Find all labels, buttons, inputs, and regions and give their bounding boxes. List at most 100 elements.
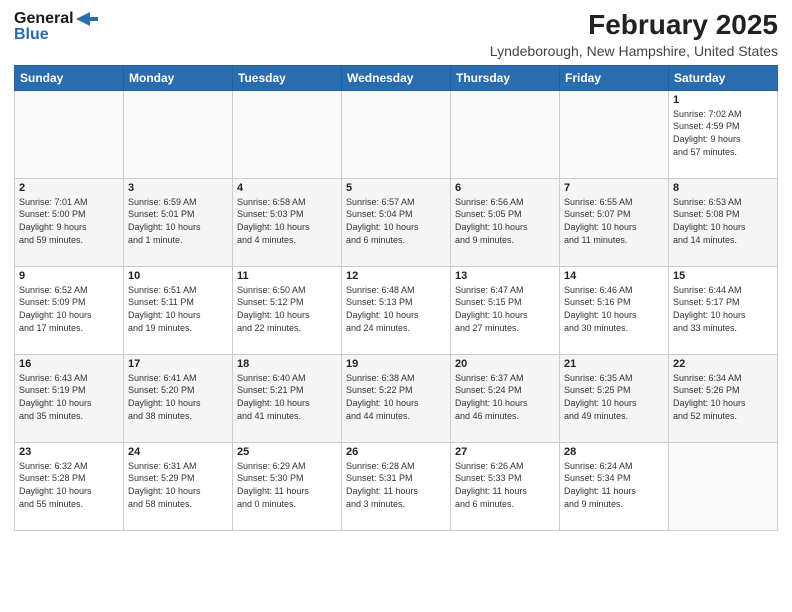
col-saturday: Saturday bbox=[669, 65, 778, 90]
day-number: 22 bbox=[673, 358, 773, 370]
calendar-cell-w4-d6 bbox=[669, 442, 778, 530]
col-tuesday: Tuesday bbox=[233, 65, 342, 90]
calendar-cell-w4-d5: 28 Sunrise: 6:24 AM Sunset: 5:34 PM Dayli… bbox=[560, 442, 669, 530]
day-info: Sunrise: 6:51 AM Sunset: 5:11 PM Dayligh… bbox=[128, 284, 228, 334]
day-number: 18 bbox=[237, 358, 337, 370]
day-info: Sunrise: 6:53 AM Sunset: 5:08 PM Dayligh… bbox=[673, 196, 773, 246]
month-title: February 2025 bbox=[490, 10, 778, 41]
calendar-header-row: Sunday Monday Tuesday Wednesday Thursday… bbox=[15, 65, 778, 90]
calendar-cell-w2-d4: 13Sunrise: 6:47 AM Sunset: 5:15 PM Dayli… bbox=[451, 266, 560, 354]
day-number: 24 bbox=[128, 446, 228, 458]
calendar-cell-w3-d2: 18 Sunrise: 6:40 AM Sunset: 5:21 PM Dayli… bbox=[233, 354, 342, 442]
day-number: 21 bbox=[564, 358, 664, 370]
logo-arrow-icon bbox=[76, 12, 98, 26]
week-row-4: 23Sunrise: 6:32 AM Sunset: 5:28 PM Dayli… bbox=[15, 442, 778, 530]
calendar-cell-w1-d6: 8Sunrise: 6:53 AM Sunset: 5:08 PM Daylig… bbox=[669, 178, 778, 266]
day-number: 19 bbox=[346, 358, 446, 370]
day-info: Sunrise: 6:28 AM Sunset: 5:31 PM Dayligh… bbox=[346, 460, 446, 510]
calendar-cell-w3-d4: 20 Sunrise: 6:37 AM Sunset: 5:24 PM Dayli… bbox=[451, 354, 560, 442]
day-number: 9 bbox=[19, 270, 119, 282]
day-info: Sunrise: 6:26 AM Sunset: 5:33 PM Dayligh… bbox=[455, 460, 555, 510]
day-number: 14 bbox=[564, 270, 664, 282]
calendar-cell-w3-d3: 19 Sunrise: 6:38 AM Sunset: 5:22 PM Dayli… bbox=[342, 354, 451, 442]
calendar-cell-w4-d3: 26 Sunrise: 6:28 AM Sunset: 5:31 PM Dayli… bbox=[342, 442, 451, 530]
day-info: Sunrise: 6:52 AM Sunset: 5:09 PM Dayligh… bbox=[19, 284, 119, 334]
calendar-cell-w2-d5: 14 Sunrise: 6:46 AM Sunset: 5:16 PM Dayli… bbox=[560, 266, 669, 354]
day-number: 25 bbox=[237, 446, 337, 458]
day-number: 13 bbox=[455, 270, 555, 282]
day-info: Sunrise: 6:48 AM Sunset: 5:13 PM Dayligh… bbox=[346, 284, 446, 334]
day-info: Sunrise: 6:46 AM Sunset: 5:16 PM Dayligh… bbox=[564, 284, 664, 334]
day-info: Sunrise: 7:01 AM Sunset: 5:00 PM Dayligh… bbox=[19, 196, 119, 246]
day-info: Sunrise: 6:34 AM Sunset: 5:26 PM Dayligh… bbox=[673, 372, 773, 422]
calendar-cell-w0-d4 bbox=[451, 90, 560, 178]
day-number: 26 bbox=[346, 446, 446, 458]
day-info: Sunrise: 6:56 AM Sunset: 5:05 PM Dayligh… bbox=[455, 196, 555, 246]
day-number: 3 bbox=[128, 182, 228, 194]
calendar-cell-w1-d2: 4 Sunrise: 6:58 AM Sunset: 5:03 PM Daylig… bbox=[233, 178, 342, 266]
calendar-cell-w0-d3 bbox=[342, 90, 451, 178]
col-sunday: Sunday bbox=[15, 65, 124, 90]
calendar-cell-w2-d1: 10 Sunrise: 6:51 AM Sunset: 5:11 PM Dayli… bbox=[124, 266, 233, 354]
day-info: Sunrise: 6:41 AM Sunset: 5:20 PM Dayligh… bbox=[128, 372, 228, 422]
day-info: Sunrise: 6:37 AM Sunset: 5:24 PM Dayligh… bbox=[455, 372, 555, 422]
calendar-cell-w3-d1: 17 Sunrise: 6:41 AM Sunset: 5:20 PM Dayli… bbox=[124, 354, 233, 442]
day-number: 15 bbox=[673, 270, 773, 282]
day-number: 20 bbox=[455, 358, 555, 370]
calendar-cell-w2-d2: 11 Sunrise: 6:50 AM Sunset: 5:12 PM Dayli… bbox=[233, 266, 342, 354]
day-info: Sunrise: 6:55 AM Sunset: 5:07 PM Dayligh… bbox=[564, 196, 664, 246]
day-info: Sunrise: 6:24 AM Sunset: 5:34 PM Dayligh… bbox=[564, 460, 664, 510]
day-info: Sunrise: 6:31 AM Sunset: 5:29 PM Dayligh… bbox=[128, 460, 228, 510]
day-number: 4 bbox=[237, 182, 337, 194]
day-info: Sunrise: 6:38 AM Sunset: 5:22 PM Dayligh… bbox=[346, 372, 446, 422]
calendar-cell-w4-d4: 27Sunrise: 6:26 AM Sunset: 5:33 PM Dayli… bbox=[451, 442, 560, 530]
day-number: 11 bbox=[237, 270, 337, 282]
logo-blue: Blue bbox=[14, 26, 49, 44]
calendar-cell-w0-d1 bbox=[124, 90, 233, 178]
col-wednesday: Wednesday bbox=[342, 65, 451, 90]
title-block: February 2025 Lyndeborough, New Hampshir… bbox=[490, 10, 778, 59]
day-number: 12 bbox=[346, 270, 446, 282]
col-thursday: Thursday bbox=[451, 65, 560, 90]
calendar-cell-w1-d4: 6 Sunrise: 6:56 AM Sunset: 5:05 PM Daylig… bbox=[451, 178, 560, 266]
day-info: Sunrise: 6:50 AM Sunset: 5:12 PM Dayligh… bbox=[237, 284, 337, 334]
week-row-3: 16 Sunrise: 6:43 AM Sunset: 5:19 PM Dayli… bbox=[15, 354, 778, 442]
week-row-2: 9 Sunrise: 6:52 AM Sunset: 5:09 PM Daylig… bbox=[15, 266, 778, 354]
calendar-cell-w4-d2: 25 Sunrise: 6:29 AM Sunset: 5:30 PM Dayli… bbox=[233, 442, 342, 530]
location: Lyndeborough, New Hampshire, United Stat… bbox=[490, 43, 778, 59]
week-row-0: 1 Sunrise: 7:02 AM Sunset: 4:59 PM Daylig… bbox=[15, 90, 778, 178]
calendar-cell-w2-d0: 9 Sunrise: 6:52 AM Sunset: 5:09 PM Daylig… bbox=[15, 266, 124, 354]
header: General Blue February 2025 Lyndeborough,… bbox=[14, 10, 778, 59]
day-number: 10 bbox=[128, 270, 228, 282]
day-number: 5 bbox=[346, 182, 446, 194]
page: General Blue February 2025 Lyndeborough,… bbox=[0, 0, 792, 612]
day-number: 1 bbox=[673, 94, 773, 106]
day-info: Sunrise: 6:40 AM Sunset: 5:21 PM Dayligh… bbox=[237, 372, 337, 422]
day-number: 6 bbox=[455, 182, 555, 194]
day-info: Sunrise: 6:58 AM Sunset: 5:03 PM Dayligh… bbox=[237, 196, 337, 246]
day-number: 16 bbox=[19, 358, 119, 370]
day-info: Sunrise: 7:02 AM Sunset: 4:59 PM Dayligh… bbox=[673, 108, 773, 158]
day-number: 7 bbox=[564, 182, 664, 194]
calendar-cell-w3-d6: 22 Sunrise: 6:34 AM Sunset: 5:26 PM Dayli… bbox=[669, 354, 778, 442]
calendar-cell-w3-d5: 21 Sunrise: 6:35 AM Sunset: 5:25 PM Dayli… bbox=[560, 354, 669, 442]
calendar-cell-w0-d0 bbox=[15, 90, 124, 178]
day-info: Sunrise: 6:44 AM Sunset: 5:17 PM Dayligh… bbox=[673, 284, 773, 334]
day-number: 17 bbox=[128, 358, 228, 370]
day-number: 2 bbox=[19, 182, 119, 194]
col-monday: Monday bbox=[124, 65, 233, 90]
day-number: 28 bbox=[564, 446, 664, 458]
calendar-cell-w2-d6: 15 Sunrise: 6:44 AM Sunset: 5:17 PM Dayli… bbox=[669, 266, 778, 354]
calendar-cell-w4-d0: 23Sunrise: 6:32 AM Sunset: 5:28 PM Dayli… bbox=[15, 442, 124, 530]
calendar-cell-w0-d2 bbox=[233, 90, 342, 178]
day-info: Sunrise: 6:43 AM Sunset: 5:19 PM Dayligh… bbox=[19, 372, 119, 422]
day-number: 23 bbox=[19, 446, 119, 458]
calendar-cell-w1-d5: 7 Sunrise: 6:55 AM Sunset: 5:07 PM Daylig… bbox=[560, 178, 669, 266]
logo: General Blue bbox=[14, 10, 98, 44]
calendar-cell-w3-d0: 16 Sunrise: 6:43 AM Sunset: 5:19 PM Dayli… bbox=[15, 354, 124, 442]
calendar-cell-w0-d5 bbox=[560, 90, 669, 178]
calendar-cell-w4-d1: 24 Sunrise: 6:31 AM Sunset: 5:29 PM Dayli… bbox=[124, 442, 233, 530]
day-info: Sunrise: 6:35 AM Sunset: 5:25 PM Dayligh… bbox=[564, 372, 664, 422]
day-info: Sunrise: 6:57 AM Sunset: 5:04 PM Dayligh… bbox=[346, 196, 446, 246]
day-info: Sunrise: 6:29 AM Sunset: 5:30 PM Dayligh… bbox=[237, 460, 337, 510]
